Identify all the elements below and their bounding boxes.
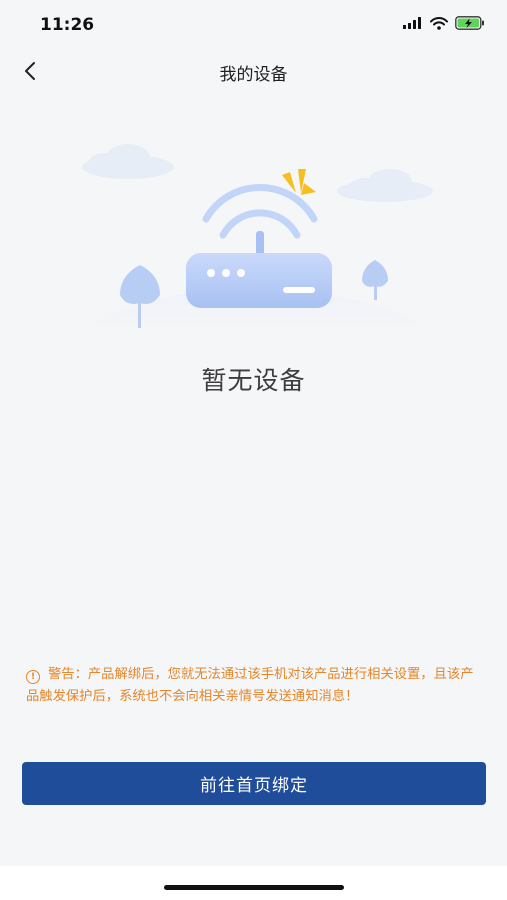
go-to-home-bind-button[interactable]: 前往首页绑定 xyxy=(22,762,486,805)
wifi-icon xyxy=(430,16,448,30)
warning-notice: ! 警告：产品解绑后，您就无法通过该手机对该产品进行相关设置，且该产品触发保护后，… xyxy=(26,664,482,708)
tree-right-icon xyxy=(362,260,388,300)
cloud-left-icon xyxy=(82,144,174,179)
status-bar: 11:26 xyxy=(0,0,507,48)
home-indicator xyxy=(164,885,344,890)
wifi-router-icon xyxy=(70,144,440,330)
empty-state-text: 暂无设备 xyxy=(201,366,306,395)
signal-icon xyxy=(403,17,421,29)
status-time: 11:26 xyxy=(40,15,95,35)
navigation-bar: 我的设备 xyxy=(0,48,507,94)
page-title: 我的设备 xyxy=(219,65,288,85)
alert-circle-icon: ! xyxy=(26,670,40,684)
cloud-right-icon xyxy=(337,169,433,202)
bottom-safe-area xyxy=(0,866,507,900)
battery-charging-icon xyxy=(455,16,484,30)
status-icons xyxy=(403,16,485,30)
warning-text: 警告：产品解绑后，您就无法通过该手机对该产品进行相关设置，且该产品触发保护后，系… xyxy=(26,667,474,704)
